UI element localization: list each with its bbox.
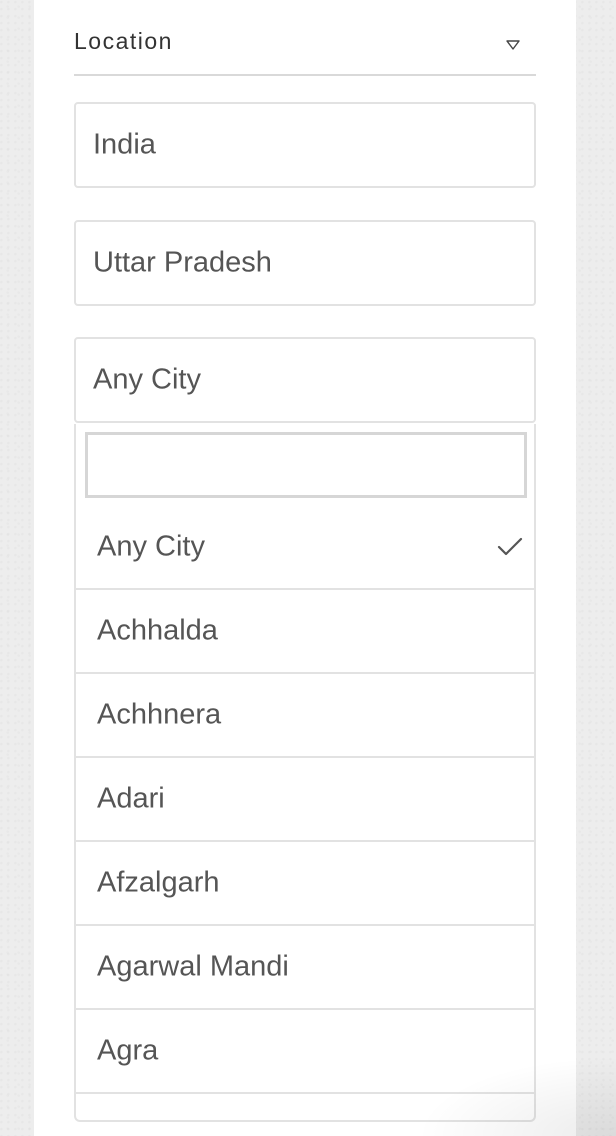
city-option-afzalgarh[interactable]: Afzalgarh bbox=[76, 842, 534, 926]
city-option-achhalda[interactable]: Achhalda bbox=[76, 590, 534, 674]
city-option-any-city[interactable]: Any City bbox=[76, 506, 534, 590]
city-option-agra[interactable]: Agra bbox=[76, 1010, 534, 1094]
filter-panel: Location India Uttar Pradesh Any City An… bbox=[34, 0, 576, 1136]
location-section-title: Location bbox=[74, 28, 173, 54]
city-options-list: Any City Achhalda Achhnera Adari Afzalga… bbox=[76, 506, 534, 1120]
city-option-adari[interactable]: Adari bbox=[76, 758, 534, 842]
option-label: Agra bbox=[97, 1034, 159, 1067]
option-label: Afzalgarh bbox=[97, 866, 220, 899]
city-option-agarwal-mandi[interactable]: Agarwal Mandi bbox=[76, 926, 534, 1010]
city-dropdown: Any City Achhalda Achhnera Adari Afzalga… bbox=[74, 424, 536, 1122]
state-select-value: Uttar Pradesh bbox=[93, 246, 272, 279]
check-icon bbox=[497, 537, 523, 556]
city-search-input[interactable] bbox=[85, 432, 527, 498]
city-option-next[interactable] bbox=[76, 1094, 534, 1120]
country-select-value: India bbox=[93, 128, 156, 161]
city-select-value: Any City bbox=[93, 363, 201, 396]
option-label: Any City bbox=[97, 530, 205, 563]
location-section-header[interactable]: Location bbox=[74, 0, 536, 76]
country-select[interactable]: India bbox=[74, 102, 536, 188]
chevron-down-icon[interactable] bbox=[506, 38, 520, 52]
option-label: Adari bbox=[97, 782, 165, 815]
option-label: Agarwal Mandi bbox=[97, 950, 289, 983]
option-label: Achhnera bbox=[97, 698, 222, 731]
option-label: Achhalda bbox=[97, 614, 218, 647]
city-select[interactable]: Any City bbox=[74, 337, 536, 423]
city-option-achhnera[interactable]: Achhnera bbox=[76, 674, 534, 758]
state-select[interactable]: Uttar Pradesh bbox=[74, 220, 536, 306]
